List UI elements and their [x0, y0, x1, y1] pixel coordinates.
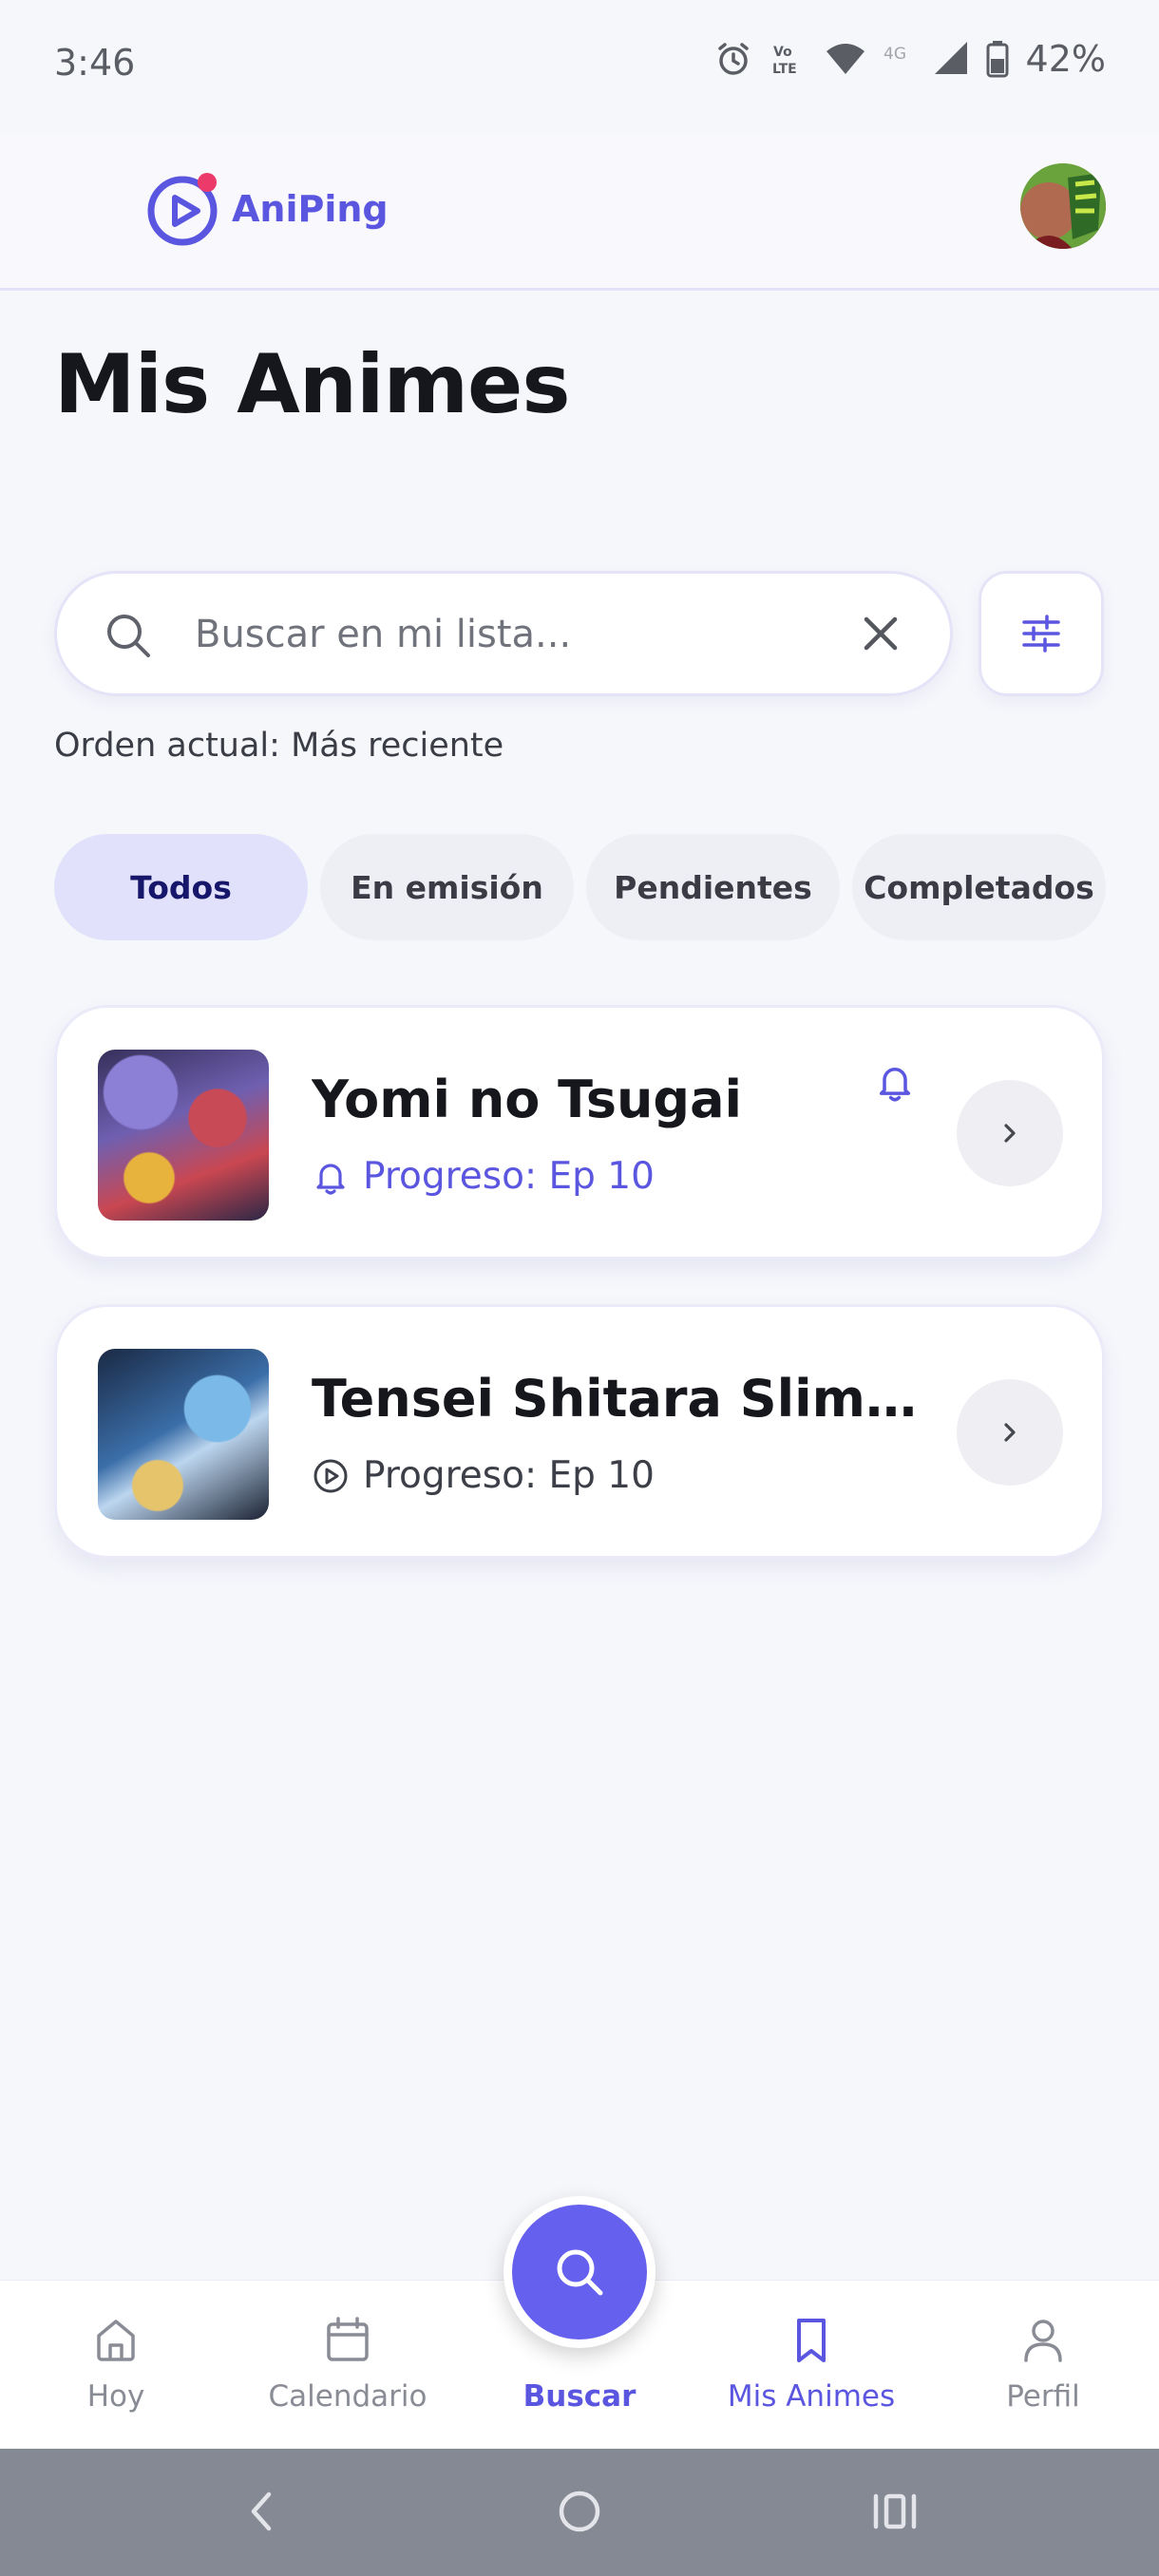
chip-en-emision[interactable]: En emisión: [320, 834, 574, 940]
wifi-icon: [826, 44, 864, 74]
clear-icon[interactable]: [859, 612, 902, 655]
search-fab[interactable]: [504, 2196, 656, 2348]
recents-icon[interactable]: [870, 2485, 920, 2538]
anime-thumbnail: [98, 1349, 269, 1520]
alarm-icon: [717, 43, 749, 75]
chip-pendientes[interactable]: Pendientes: [586, 834, 840, 940]
sliders-icon: [1022, 615, 1060, 653]
nav-label: Mis Animes: [727, 2379, 896, 2414]
nav-label: Buscar: [522, 2379, 636, 2414]
play-circle-icon: [314, 1459, 348, 1492]
nav-calendario[interactable]: Calendario: [232, 2281, 464, 2450]
home-icon: [97, 2320, 135, 2361]
filter-button[interactable]: [978, 571, 1104, 696]
sort-label: Orden actual: Más reciente: [54, 727, 504, 765]
nav-label: Perfil: [1006, 2379, 1080, 2414]
anime-card[interactable]: Yomi no Tsugai Progreso: Ep 10: [54, 1005, 1105, 1260]
search-icon: [107, 615, 150, 657]
volte-icon: Vo LTE: [772, 45, 797, 77]
open-detail-button[interactable]: [957, 1080, 1063, 1186]
avatar[interactable]: [1020, 163, 1106, 249]
status-time: 3:46: [54, 42, 136, 84]
network-4g-icon: 4G: [884, 45, 906, 64]
nav-label: Hoy: [86, 2379, 145, 2414]
search-fab-inner: [512, 2205, 647, 2339]
battery-icon: [986, 41, 1009, 78]
nav-perfil[interactable]: Perfil: [927, 2281, 1159, 2450]
chip-todos[interactable]: Todos: [54, 834, 308, 940]
svg-text:4G: 4G: [884, 45, 906, 64]
nav-label: Calendario: [268, 2379, 428, 2414]
chevron-right-icon: [1004, 1124, 1016, 1143]
nav-mis-animes[interactable]: Mis Animes: [695, 2281, 927, 2450]
bell-icon: [316, 1163, 345, 1195]
bookmark-icon: [797, 2319, 826, 2362]
search-icon: [557, 2249, 603, 2296]
calendar-icon: [327, 2317, 369, 2361]
screen: 3:46 Vo LTE 4G 42% AniPing Mis Animes Bu…: [0, 0, 1159, 2576]
anime-card[interactable]: Tensei Shitara Slime D... Progreso: Ep 1…: [54, 1304, 1105, 1559]
status-icons: Vo LTE 4G 42%: [714, 38, 1106, 80]
system-nav-bar: [0, 2449, 1159, 2576]
signal-icon: [934, 42, 967, 74]
nav-hoy[interactable]: Hoy: [0, 2281, 232, 2450]
search-box[interactable]: [54, 571, 953, 696]
svg-text:Vo: Vo: [773, 45, 792, 60]
anime-thumbnail: [98, 1050, 269, 1221]
person-icon: [1024, 2320, 1062, 2362]
status-bar: 3:46 Vo LTE 4G 42%: [0, 0, 1159, 133]
svg-text:LTE: LTE: [772, 62, 797, 77]
anime-progress: Progreso: Ep 10: [312, 1454, 655, 1497]
progress-text: Progreso: Ep 10: [363, 1155, 655, 1198]
anime-title: Tensei Shitara Slime D...: [312, 1369, 920, 1429]
anime-title: Yomi no Tsugai: [312, 1070, 743, 1129]
brand-logo[interactable]: AniPing: [144, 169, 389, 249]
notification-bell-icon[interactable]: [874, 1061, 916, 1103]
filter-chips: Todos En emisión Pendientes Completados: [54, 834, 1106, 940]
open-detail-button[interactable]: [957, 1379, 1063, 1486]
aniping-logo-icon: [147, 173, 218, 246]
back-icon[interactable]: [242, 2485, 280, 2538]
app-header: AniPing: [0, 133, 1159, 291]
chevron-right-icon: [1004, 1423, 1016, 1442]
chip-completados[interactable]: Completados: [852, 834, 1106, 940]
page-title: Mis Animes: [54, 337, 571, 432]
anime-progress: Progreso: Ep 10: [312, 1155, 655, 1198]
brand-name: AniPing: [232, 188, 389, 230]
home-button-icon[interactable]: [553, 2485, 606, 2538]
avatar-image: [1020, 163, 1106, 249]
progress-text: Progreso: Ep 10: [363, 1454, 655, 1497]
search-input[interactable]: [195, 600, 784, 669]
battery-percent: 42%: [1025, 38, 1106, 80]
